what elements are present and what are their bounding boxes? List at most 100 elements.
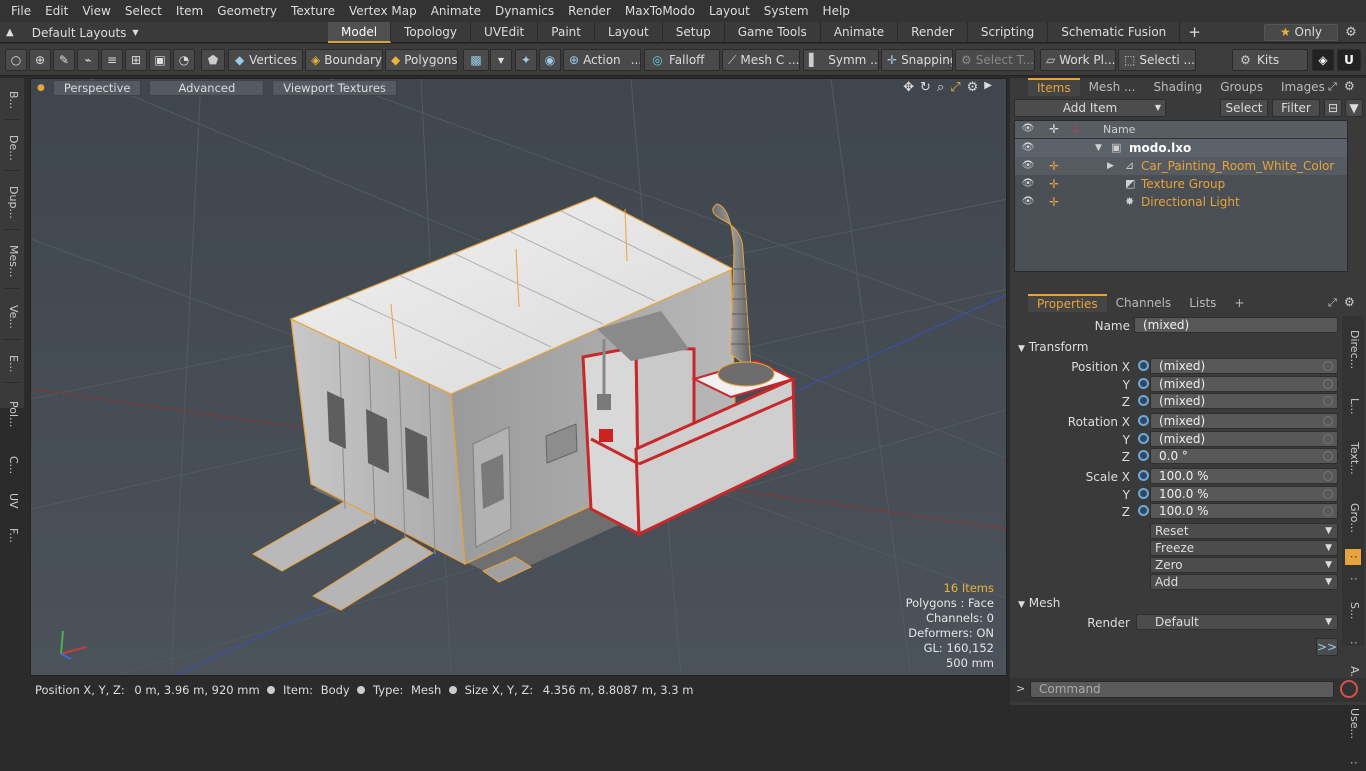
menu-item-layout[interactable]: Layout (702, 4, 757, 18)
properties-tab-channels[interactable]: Channels (1107, 294, 1181, 312)
reset-circle-icon[interactable] (1323, 489, 1333, 499)
tab-schematic-fusion[interactable]: Schematic Fusion (1048, 22, 1181, 43)
transform-section[interactable]: ▼ Transform (1018, 340, 1088, 354)
tab-paint[interactable]: Paint (538, 22, 595, 43)
items-tab-2[interactable]: Shading (1144, 78, 1211, 96)
material-dropdown[interactable]: ▼ (490, 49, 512, 71)
right-vtab-1[interactable]: L... (1345, 388, 1361, 424)
menu-item-view[interactable]: View (75, 4, 117, 18)
rotation-x-field[interactable]: (mixed) (1138, 413, 1338, 429)
freeze-dropdown[interactable]: Freeze ▼ (1150, 540, 1338, 556)
position-x-field[interactable]: (mixed) (1138, 358, 1338, 374)
tab-uvedit[interactable]: UVEdit (471, 22, 539, 43)
zero-dropdown[interactable]: Zero ▼ (1150, 557, 1338, 573)
menu-item-edit[interactable]: Edit (38, 4, 75, 18)
right-vtab-6[interactable]: S... (1345, 593, 1361, 629)
left-tab-1[interactable]: De... (4, 125, 20, 171)
keyframe-circle-icon[interactable] (1138, 395, 1149, 406)
add-dropdown[interactable]: Add ▼ (1150, 574, 1338, 590)
snapping-button[interactable]: ✛ Snapping (881, 49, 953, 71)
expand-triangle-icon[interactable]: ▶ (1107, 157, 1114, 175)
menu-item-dynamics[interactable]: Dynamics (488, 4, 561, 18)
viewport-textures-button[interactable]: Viewport Textures (272, 80, 397, 96)
menu-item-animate[interactable]: Animate (424, 4, 488, 18)
polygons-button[interactable]: ◆ Polygons (385, 49, 458, 71)
rotation-z-field[interactable]: 0.0 ° (1138, 448, 1338, 464)
reset-circle-icon[interactable] (1323, 471, 1333, 481)
position-y-field[interactable]: (mixed) (1138, 376, 1338, 392)
keyframe-circle-icon[interactable] (1138, 378, 1149, 389)
right-vtab-9[interactable]: Use... (1345, 699, 1361, 749)
tab-game-tools[interactable]: Game Tools (725, 22, 821, 43)
menu-item-geometry[interactable]: Geometry (210, 4, 284, 18)
visibility-eye-icon[interactable]: 👁 (1021, 193, 1035, 211)
properties-expand-icon[interactable]: ⤢ (1328, 296, 1337, 310)
3d-viewport[interactable]: ● Perspective Advanced Viewport Textures… (30, 78, 1007, 676)
menu-item-maxtomodo[interactable]: MaxToModo (618, 4, 702, 18)
expand-triangle-icon[interactable]: ▼ (1095, 139, 1102, 157)
items-tab-0[interactable]: Items (1028, 78, 1080, 96)
keyframe-circle-icon[interactable] (1138, 505, 1149, 516)
vertices-button[interactable]: ◆ Vertices (228, 49, 303, 71)
right-vtab-0[interactable]: Direc... (1345, 318, 1361, 382)
reset-circle-icon[interactable] (1323, 451, 1333, 461)
brush-button[interactable]: ⌁ (77, 49, 99, 71)
only-toggle[interactable]: ★ Only (1264, 24, 1338, 41)
scale-z-field[interactable]: 100.0 % (1138, 503, 1338, 519)
material-button[interactable]: ▩ (463, 49, 489, 71)
items-tab-1[interactable]: Mesh ... (1080, 78, 1145, 96)
name-field[interactable]: (mixed) (1134, 317, 1338, 333)
reset-circle-icon[interactable] (1323, 361, 1333, 371)
right-vtab-2[interactable]: Text... (1345, 430, 1361, 487)
visibility-eye-icon[interactable]: 👁 (1021, 139, 1035, 157)
scale-x-field[interactable]: 100.0 % (1138, 468, 1338, 484)
select-through-button[interactable]: ⚙ Select T... (955, 49, 1035, 71)
more-button[interactable]: >> (1316, 638, 1338, 656)
menu-item-system[interactable]: System (757, 4, 816, 18)
list-item-car-painting-room[interactable]: 👁 ✛ ▶ ⊿ Car_Painting_Room_White_Color (1015, 157, 1347, 175)
action-button[interactable]: ⊕ Action... (563, 49, 641, 71)
viewport-canvas[interactable] (31, 79, 1007, 676)
falloff-button[interactable]: ◎ Falloff (644, 49, 720, 71)
left-tab-9[interactable]: F... (4, 517, 20, 555)
properties-tab-properties[interactable]: Properties (1028, 294, 1107, 312)
tab-animate[interactable]: Animate (821, 22, 899, 43)
reset-circle-icon[interactable] (1323, 396, 1333, 406)
menu-item-help[interactable]: Help (816, 4, 857, 18)
gear-icon[interactable]: ⚙ (1342, 24, 1360, 41)
align-button[interactable]: ≡ (101, 49, 123, 71)
unity-button[interactable]: ◈ (1312, 49, 1334, 71)
globe-button[interactable]: ⊕ (29, 49, 51, 71)
items-panel-gear-icon[interactable]: ⚙ (1344, 79, 1355, 93)
left-tab-5[interactable]: E... (4, 345, 20, 383)
item-list[interactable]: 👁 ✛ ⊥ Name 👁 ▼ ▣ modo.lxo 👁 ✛ ▶ ⊿ Car_Pa… (1014, 120, 1348, 272)
add-properties-tab[interactable]: + (1225, 294, 1253, 312)
up-arrow-icon[interactable]: ▲ (6, 27, 14, 38)
advanced-button[interactable]: Advanced (149, 80, 265, 96)
filter-button[interactable]: Filter (1272, 99, 1320, 117)
tab-scripting[interactable]: Scripting (968, 22, 1049, 43)
items-tab-3[interactable]: Groups (1211, 78, 1272, 96)
right-vtab-3[interactable]: Gro... (1345, 493, 1361, 543)
command-input[interactable]: Command (1030, 681, 1334, 698)
properties-tab-lists[interactable]: Lists (1180, 294, 1225, 312)
keyframe-circle-icon[interactable] (1138, 415, 1149, 426)
keyframe-circle-icon[interactable] (1138, 470, 1149, 481)
right-vtab-7[interactable]: : (1345, 635, 1361, 651)
unreal-button[interactable]: U (1337, 49, 1361, 71)
keyframe-circle-icon[interactable] (1138, 360, 1149, 371)
mesh-constraint-button[interactable]: ⟋ Mesh C ... (722, 49, 800, 71)
funnel-button[interactable]: ▼ (1345, 99, 1363, 117)
list-item-texture-group[interactable]: 👁 ✛ ◩ Texture Group (1015, 175, 1347, 193)
timer-button[interactable]: ◔ (173, 49, 195, 71)
select-button[interactable]: Select (1220, 99, 1268, 117)
right-vtab-5[interactable]: : (1345, 571, 1361, 587)
ball-button[interactable]: ◉ (539, 49, 561, 71)
transform-icon[interactable]: ✛ (1047, 193, 1061, 211)
right-vtab-4[interactable]: : (1345, 549, 1361, 565)
work-plane-button[interactable]: ▱ Work Pl... (1040, 49, 1116, 71)
scale-y-field[interactable]: 100.0 % (1138, 486, 1338, 502)
transform-icon[interactable]: ✛ (1047, 175, 1061, 193)
keyframe-circle-icon[interactable] (1138, 433, 1149, 444)
left-tab-6[interactable]: Pol... (4, 388, 20, 442)
